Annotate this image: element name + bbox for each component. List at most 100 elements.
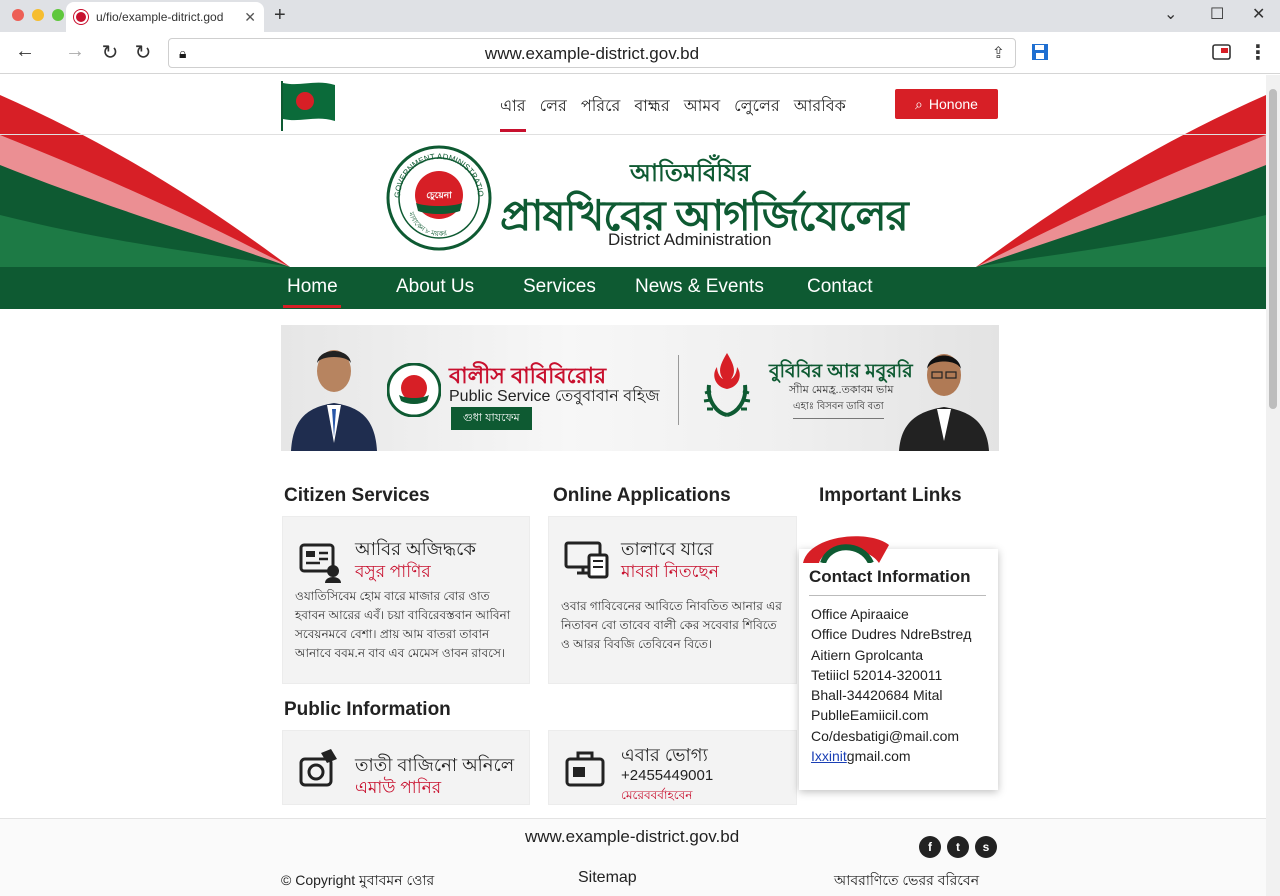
right-wave-decoration [976, 95, 1266, 267]
banner-seal-logo [387, 363, 441, 417]
section-heading-public: Public Information [284, 699, 451, 720]
share-icon[interactable]: ⇪ [992, 43, 1005, 63]
address-bar[interactable]: 🔒︎ www.example-district.gov.bd ⇪ [168, 38, 1016, 68]
left-wave-decoration [0, 95, 290, 267]
contact-line: Aitiern Gprolcanta [811, 646, 924, 663]
banner-right-line2: এহাঃ বিসবন ডাবি বতা [793, 399, 884, 419]
info-card[interactable]: তাতী বাজিনো অনিলে এমাউ পানির [282, 730, 530, 805]
id-card-icon [299, 543, 341, 583]
main-navigation: Home About Us Services News & Events Con… [0, 267, 1266, 309]
contact-email-link[interactable]: Ixxinit [811, 748, 847, 764]
card-subtitle: বসুর পাণির [355, 562, 431, 581]
camera-icon [299, 749, 337, 787]
contact-line: PublleEamiicil.com [811, 707, 929, 724]
contact-info-panel: Contact Information Office Apiraaice Off… [799, 536, 998, 790]
card-body: মেরেববর্বাহবেন [621, 788, 693, 802]
favicon-icon [74, 10, 88, 24]
site-footer: www.example-district.gov.bd f t s © Copy… [0, 818, 1266, 896]
banner-subtitle: Public Service তেবুবাবান বহিজ [449, 388, 660, 405]
nav-active-indicator [283, 305, 341, 308]
nav-news-events[interactable]: News & Events [635, 276, 764, 298]
close-window-button[interactable] [12, 9, 24, 21]
card-body: ওযাতিসিবেম হোম বারে মাজার বোর ওাত হবাবন … [295, 589, 511, 660]
section-heading-important: Important Links [819, 485, 962, 506]
social-share-icon[interactable]: s [975, 836, 997, 858]
web-page: এার লের পরিরে বাহ্মর আমব লেুলের আরবিক ⌕ … [0, 75, 1266, 896]
footer-sitemap-link[interactable]: Sitemap [578, 869, 637, 887]
reload-alt-icon[interactable]: ↻ [130, 40, 156, 65]
facebook-icon[interactable]: f [919, 836, 941, 858]
card-subtitle: এমাউ পানির [355, 778, 442, 797]
close-icon[interactable]: ✕ [1252, 4, 1265, 24]
contact-email-line: Ixxinitgmail.com [811, 746, 971, 766]
top-link[interactable]: পরিরে [581, 93, 620, 128]
section-heading-online: Online Applications [553, 485, 731, 506]
emblem-logo [703, 353, 751, 417]
briefcase-icon [565, 751, 605, 787]
nav-services[interactable]: Services [523, 276, 596, 298]
tab-title: u/fio/example-ditrict.god [96, 10, 224, 24]
top-link[interactable]: লের [540, 93, 567, 128]
nav-about-us[interactable]: About Us [396, 276, 474, 298]
new-tab-icon[interactable]: + [274, 4, 286, 27]
official-photo-left [291, 350, 377, 451]
search-icon: ⌕ [915, 95, 923, 112]
top-link[interactable]: বাহ্মর [634, 93, 669, 128]
service-card[interactable]: আবির অজিদ্ধকে বসুর পাণির ওযাতিসিবেম হোম … [282, 516, 530, 684]
save-icon[interactable] [1031, 43, 1049, 61]
site-subtitle: District Administration [608, 230, 772, 249]
card-phone: +2455449001 [621, 767, 714, 784]
menu-icon[interactable]: ⋮ [1245, 40, 1271, 65]
browser-toolbar: ← → ↻ ↻ 🔒︎ www.example-district.gov.bd ⇪… [0, 32, 1280, 74]
restore-window-icon[interactable]: ☐ [1210, 4, 1224, 24]
tab-search-icon[interactable]: ⌄ [1164, 4, 1177, 24]
card-subtitle: মাবরা নিতছেন [621, 562, 719, 581]
minimize-window-button[interactable] [32, 9, 44, 21]
search-button[interactable]: ⌕ Honone [895, 89, 998, 119]
district-seal-logo: GOVERNMENT ADMINISTRATION চেুয়েনা ম্যবা… [386, 145, 492, 251]
contact-title: Contact Information [809, 567, 971, 586]
browser-tabstrip: u/fio/example-ditrict.god ✕ + ⌄ ☐ ✕ [0, 0, 1280, 32]
hero-banner[interactable]: বালীস বাবিবিরোর Public Service তেবুবাবান… [281, 325, 999, 451]
top-link[interactable]: এার [500, 93, 526, 132]
window-controls [12, 9, 64, 21]
section-heading-citizen: Citizen Services [284, 485, 430, 506]
contact-line: Office Dudres NdreBstreд [811, 626, 972, 643]
info-card[interactable]: এবার ভোগ্য +2455449001 মেরেববর্বাহবেন [548, 730, 797, 805]
forward-icon[interactable]: → [62, 40, 88, 63]
contact-line: Office Apiraaice [811, 606, 909, 622]
nav-home[interactable]: Home [287, 276, 338, 298]
contact-decoration-icon [803, 536, 889, 563]
browser-tab[interactable]: u/fio/example-ditrict.god ✕ [66, 2, 264, 32]
tab-close-icon[interactable]: ✕ [244, 9, 256, 26]
top-link[interactable]: আরবিক [794, 93, 846, 128]
footer-right-text: আবরাণিতে ভেরর বরিবেন [834, 872, 980, 888]
reload-icon[interactable]: ↻ [97, 40, 123, 65]
banner-button[interactable]: গুধা যাযফেম [451, 407, 532, 430]
search-button-label: Honone [928, 96, 978, 112]
header-divider [0, 134, 1266, 135]
card-body: ওবার গাবিবেনের আবিতে নিাবতিত আনার এর নিত… [561, 599, 782, 651]
contact-email-rest: gmail.com [846, 748, 911, 765]
top-link[interactable]: লেুলের [734, 93, 780, 128]
back-icon[interactable]: ← [12, 40, 38, 63]
contact-line: Tetiiicl 52014-320011 [811, 666, 943, 683]
page-scrollbar[interactable] [1266, 75, 1280, 896]
extension-icon[interactable] [1212, 43, 1232, 61]
banner-divider [678, 355, 679, 425]
service-card[interactable]: তালাবে যারে মাবরা নিতছেন ওবার গাবিবেনের … [548, 516, 797, 684]
footer-copyright: © Copyright মুবাবমন ওোর [281, 872, 435, 888]
address-url: www.example-district.gov.bd [484, 44, 700, 63]
nav-contact[interactable]: Contact [807, 276, 872, 298]
banner-right-line1: সাীম মেমহ্র..তকাবম ভাম [789, 384, 894, 396]
contact-divider [809, 595, 986, 596]
maximize-window-button[interactable] [52, 9, 64, 21]
footer-url[interactable]: www.example-district.gov.bd [525, 827, 739, 847]
flag-logo-icon[interactable] [281, 81, 335, 131]
scrollbar-thumb[interactable] [1269, 89, 1277, 409]
twitter-icon[interactable]: t [947, 836, 969, 858]
seal-center-text: চেুয়েনা [426, 190, 452, 202]
contact-lines: Office Apiraaice Office Dudres NdreBstre… [811, 604, 971, 766]
site-header: এার লের পরিরে বাহ্মর আমব লেুলের আরবিক ⌕ … [0, 75, 1266, 267]
top-link[interactable]: আমব [684, 93, 720, 128]
